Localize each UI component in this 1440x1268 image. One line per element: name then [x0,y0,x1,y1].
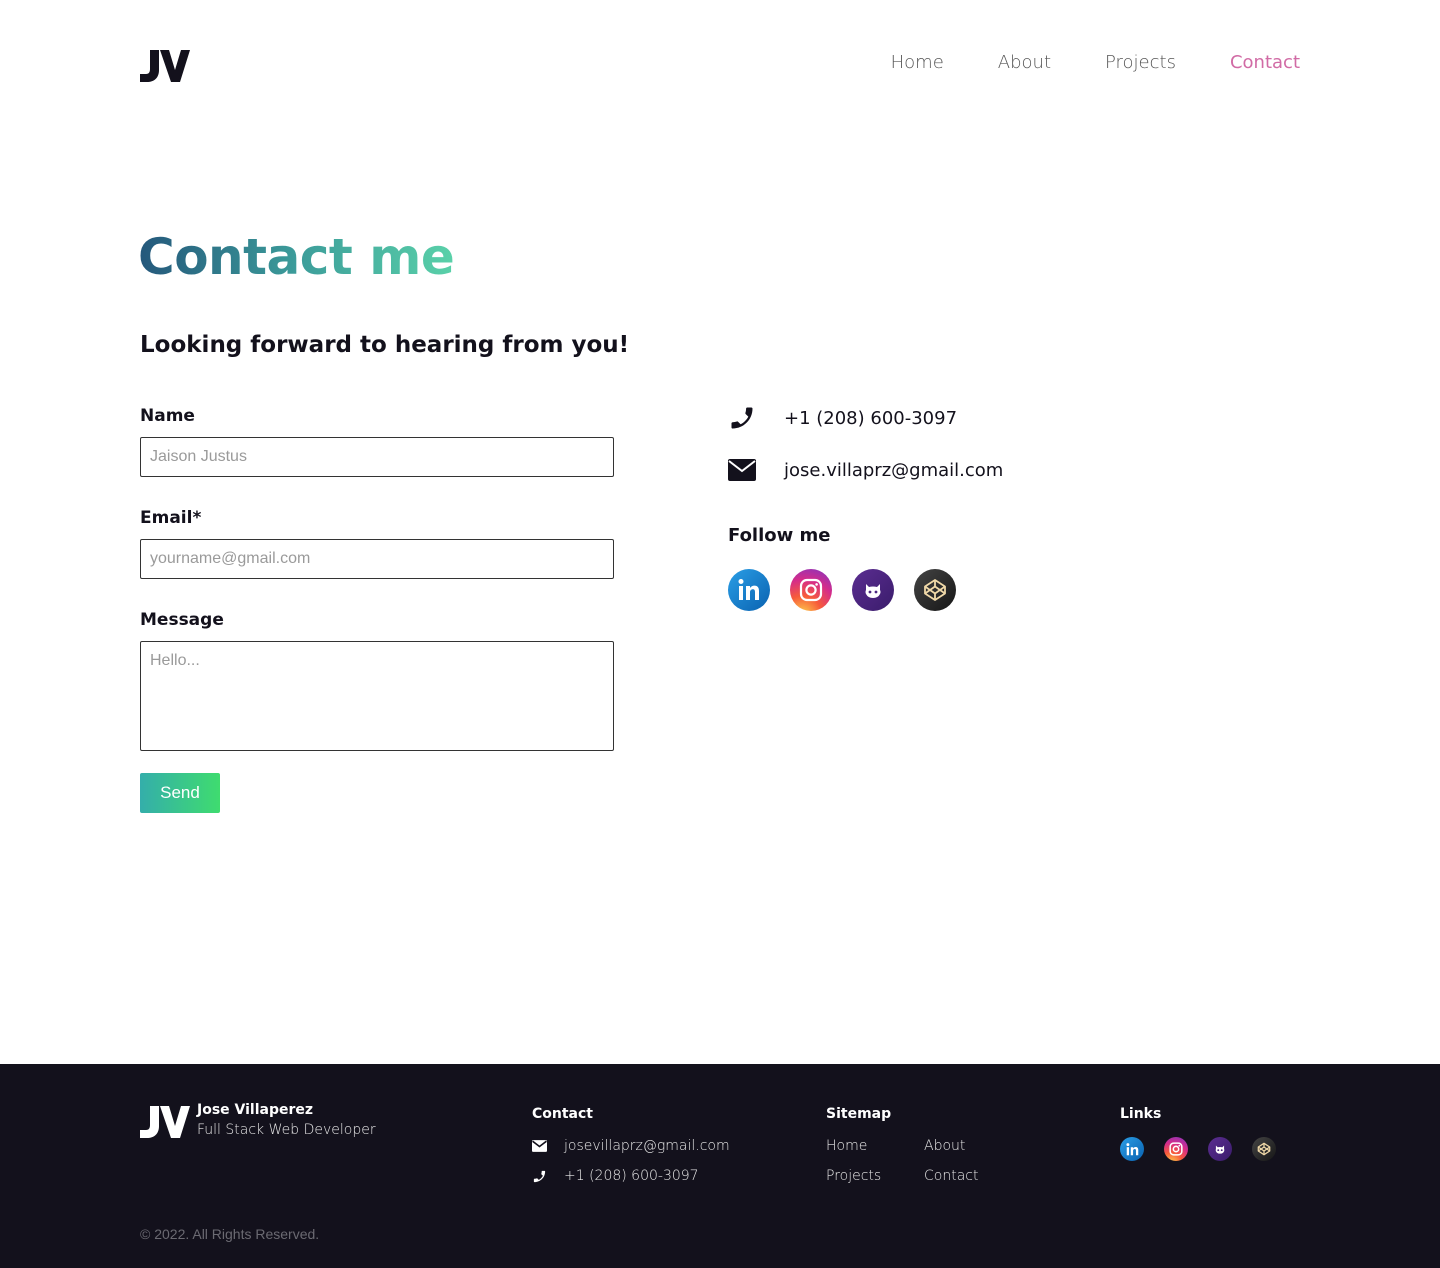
phone-text[interactable]: +1 (208) 600-3097 [784,408,957,429]
footer-github-icon[interactable] [1208,1137,1232,1161]
footer-codepen-icon[interactable] [1252,1137,1276,1161]
footer-phone-row: +1 (208) 600-3097 [532,1168,699,1184]
footer-name: Jose Villaperez [197,1102,314,1118]
footer-contact-title: Contact [532,1106,593,1122]
mail-icon [728,456,756,484]
phone-row: +1 (208) 600-3097 [728,402,1003,434]
footer-phone[interactable]: +1 (208) 600-3097 [564,1168,699,1184]
jv-logo[interactable] [140,50,190,82]
name-label: Name [140,406,195,426]
name-input[interactable] [140,437,614,477]
contact-info: +1 (208) 600-3097 jose.villaprz@gmail.co… [728,402,1003,506]
footer-links-title: Links [1120,1106,1162,1122]
github-icon[interactable] [852,569,894,611]
follow-heading: Follow me [728,525,831,546]
message-label: Message [140,610,224,630]
footer-link-projects[interactable]: Projects [826,1168,881,1184]
footer-jv-logo[interactable] [140,1106,190,1138]
footer-mail-icon [532,1140,548,1152]
footer-sitemap-title: Sitemap [826,1106,892,1122]
nav-about[interactable]: About [998,52,1051,73]
footer-email[interactable]: josevillaprz@gmail.com [564,1138,730,1154]
footer-link-home[interactable]: Home [826,1138,867,1154]
nav-home[interactable]: Home [891,52,944,73]
footer-link-about[interactable]: About [924,1138,965,1154]
nav-projects[interactable]: Projects [1105,52,1176,73]
footer-phone-icon [532,1169,548,1184]
codepen-icon[interactable] [914,569,956,611]
contact-form: Name Email* Message [140,406,614,755]
email-input[interactable] [140,539,614,579]
footer-role: Full Stack Web Developer [197,1122,376,1138]
phone-icon [728,404,756,432]
footer-email-row: josevillaprz@gmail.com [532,1138,730,1154]
footer-instagram-icon[interactable] [1164,1137,1188,1161]
linkedin-icon[interactable] [728,569,770,611]
page-title: Contact me [138,228,455,286]
footer-social-links [1120,1137,1276,1161]
nav-contact[interactable]: Contact [1230,52,1300,73]
instagram-icon[interactable] [790,569,832,611]
send-button[interactable]: Send [140,773,220,813]
copyright: © 2022. All Rights Reserved. [140,1226,320,1242]
email-text[interactable]: jose.villaprz@gmail.com [784,460,1003,481]
site-footer: Jose Villaperez Full Stack Web Developer… [0,1064,1440,1268]
email-label: Email* [140,508,202,528]
message-textarea[interactable] [140,641,614,751]
page-subtitle: Looking forward to hearing from you! [140,332,630,358]
main-nav: Home About Projects Contact [837,52,1300,73]
email-row: jose.villaprz@gmail.com [728,454,1003,486]
footer-link-contact[interactable]: Contact [924,1168,978,1184]
social-links [728,569,956,611]
footer-linkedin-icon[interactable] [1120,1137,1144,1161]
site-header: Home About Projects Contact [140,40,1300,90]
